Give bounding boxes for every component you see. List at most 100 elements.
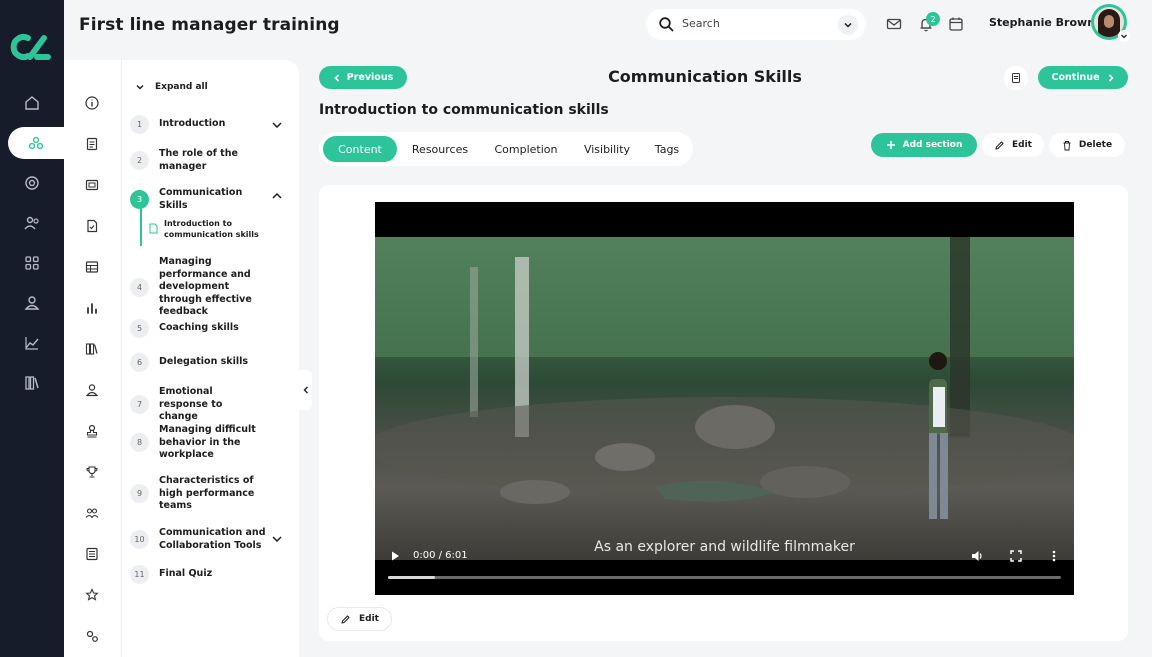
user-name[interactable]: Stephanie Brown (989, 16, 1095, 29)
file-check-icon[interactable] (84, 218, 100, 234)
page-title: Communication Skills (608, 67, 802, 86)
chevron-down-icon[interactable] (838, 15, 858, 35)
content-edit-button[interactable]: Edit (327, 607, 392, 631)
video-progress-bar[interactable] (388, 576, 1061, 579)
apps-grid-icon[interactable] (0, 247, 64, 279)
list-icon[interactable] (84, 546, 100, 562)
module-item[interactable]: 9 Characteristics of high performance tea… (130, 475, 259, 513)
trophy-icon[interactable] (84, 464, 100, 480)
expand-all-toggle[interactable]: Expand all (135, 82, 208, 92)
stamp-icon[interactable] (84, 423, 100, 439)
module-label: The role of the manager (159, 148, 238, 172)
delete-button[interactable]: Delete (1049, 133, 1125, 157)
search-input[interactable]: Search (682, 17, 720, 30)
course-outline: Expand all 1 Introduction 2 The role of th… (122, 60, 299, 657)
settings-icon[interactable] (84, 628, 100, 644)
expand-all-label: Expand all (155, 82, 208, 92)
module-label: Coaching skills (159, 322, 239, 334)
module-item[interactable]: 2 The role of the manager (130, 148, 239, 173)
module-label: Communication and Collaboration Tools (159, 527, 266, 551)
gallery-icon[interactable] (84, 177, 100, 193)
app-logo[interactable] (10, 30, 54, 64)
chevron-left-icon (303, 386, 308, 394)
module-item[interactable]: 11 Final Quiz (130, 565, 274, 584)
chevron-up-icon[interactable] (270, 189, 284, 203)
notes-button[interactable] (1004, 66, 1028, 90)
users-icon[interactable] (0, 207, 64, 239)
home-icon[interactable] (0, 87, 64, 119)
volume-icon[interactable] (970, 549, 984, 563)
module-item-active[interactable]: 3 Communication Skills (130, 187, 274, 212)
lesson-label: Introduction to communication skills (164, 219, 259, 239)
more-options-icon[interactable] (1048, 549, 1060, 563)
continue-button[interactable]: Continue (1038, 66, 1128, 89)
add-section-button[interactable]: Add section (871, 133, 977, 157)
app-title: First line manager training (79, 15, 340, 35)
tab-resources[interactable]: Resources (405, 136, 475, 162)
module-label: Communication Skills (159, 187, 243, 211)
target-icon[interactable] (0, 167, 64, 199)
module-item[interactable]: 10 Communication and Collaboration Tools (130, 527, 274, 552)
user-icon[interactable] (84, 382, 100, 398)
module-item[interactable]: 5 Coaching skills (130, 319, 274, 338)
profile-icon[interactable] (0, 287, 64, 319)
info-icon[interactable] (84, 95, 100, 111)
pencil-icon (995, 140, 1004, 150)
chevron-down-icon[interactable] (1118, 30, 1130, 42)
star-icon[interactable] (84, 587, 100, 603)
add-section-label: Add section (902, 140, 963, 150)
library-icon[interactable] (84, 341, 100, 357)
page-icon (149, 223, 158, 234)
module-label: Final Quiz (159, 568, 213, 580)
video-time: 0:00 / 6:01 (413, 550, 468, 561)
mail-icon[interactable] (885, 15, 903, 33)
fullscreen-icon[interactable] (1009, 549, 1023, 563)
module-item[interactable]: 6 Delegation skills (130, 353, 274, 372)
collapse-sidebar-button[interactable] (299, 370, 312, 410)
module-number: 6 (130, 353, 149, 372)
play-icon[interactable] (389, 550, 401, 562)
bar-chart-icon[interactable] (84, 300, 100, 316)
module-item[interactable]: 4 Managing performance and development th… (130, 256, 274, 319)
tab-tags[interactable]: Tags (647, 136, 687, 162)
delete-label: Delete (1078, 140, 1113, 150)
video-player[interactable]: As an explorer and wildlife filmmaker 0:… (375, 202, 1074, 595)
video-progress-fill (388, 576, 436, 579)
module-number: 2 (130, 151, 149, 170)
module-item[interactable]: 7 Emotional response to change (130, 386, 264, 424)
module-item[interactable]: 1 Introduction (130, 115, 274, 134)
tab-content[interactable]: Content (323, 136, 397, 162)
previous-button[interactable]: Previous (319, 66, 407, 89)
notification-badge: 2 (926, 12, 940, 26)
trash-icon (1063, 140, 1071, 150)
content-tabs: Content Resources Completion Visibility … (319, 132, 693, 166)
document-icon[interactable] (84, 136, 100, 152)
chevron-down-icon[interactable] (270, 118, 284, 132)
module-number: 5 (130, 319, 149, 338)
previous-label: Previous (346, 72, 394, 83)
module-label: Characteristics of high performance team… (159, 475, 255, 511)
chevron-down-icon[interactable] (270, 532, 284, 546)
module-label: Delegation skills (159, 356, 249, 368)
calendar-icon[interactable] (947, 15, 965, 33)
edit-label: Edit (1012, 140, 1032, 150)
courses-icon[interactable] (8, 127, 64, 159)
tab-visibility[interactable]: Visibility (577, 136, 637, 162)
table-icon[interactable] (84, 259, 100, 275)
course-sidebar: Expand all 1 Introduction 2 The role of th… (64, 60, 299, 657)
module-label: Managing difficult behavior in the workp… (159, 424, 256, 460)
module-item[interactable]: 8 Managing difficult behavior in the work… (130, 424, 259, 462)
search-icon (659, 17, 674, 32)
group-icon[interactable] (84, 505, 100, 521)
tab-completion[interactable]: Completion (486, 136, 566, 162)
library-icon[interactable] (0, 367, 64, 399)
content-edit-label: Edit (359, 614, 379, 624)
module-label: Emotional response to change (159, 386, 223, 422)
plus-icon (886, 141, 895, 149)
pencil-icon (341, 614, 350, 624)
edit-button[interactable]: Edit (982, 133, 1044, 157)
analytics-icon[interactable] (0, 327, 64, 359)
lesson-item-active[interactable]: Introduction to communication skills (149, 218, 274, 240)
search-box[interactable]: Search (646, 9, 866, 40)
main-nav-rail (0, 0, 64, 657)
